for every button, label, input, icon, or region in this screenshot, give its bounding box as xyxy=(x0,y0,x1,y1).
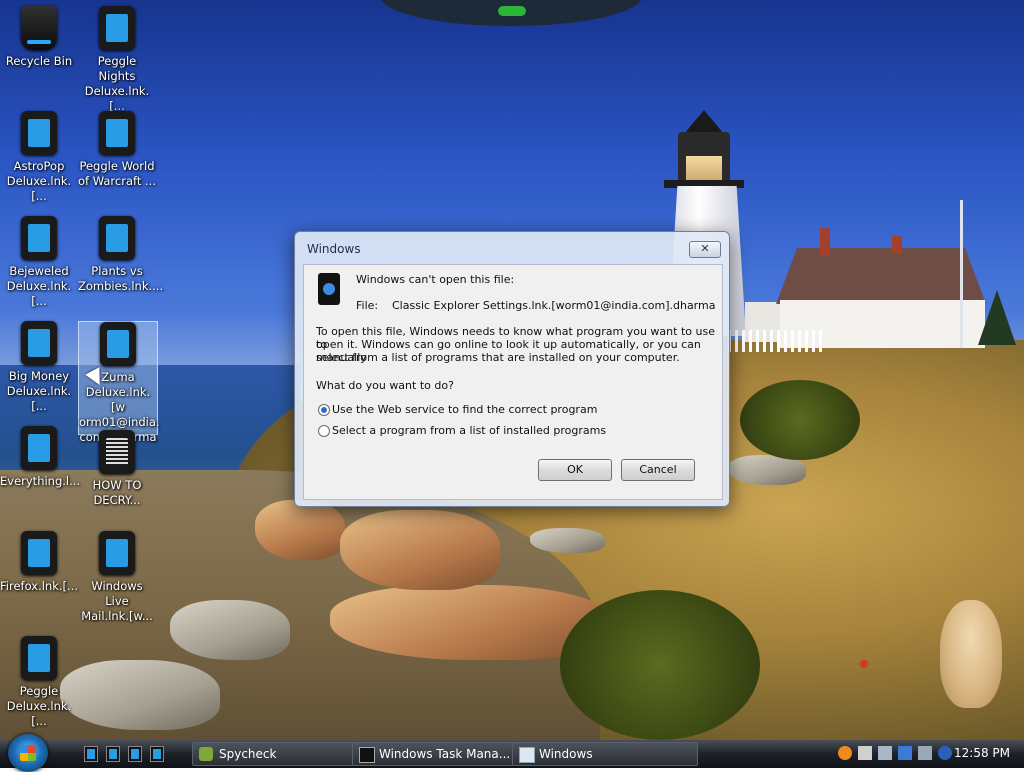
option-select-program-label[interactable]: Select a program from a list of installe… xyxy=(332,424,606,437)
desktop-icon-everything[interactable]: Everything.l... xyxy=(0,426,81,489)
network-icon[interactable] xyxy=(858,746,872,760)
desktop-icon-label: Big Money Deluxe.lnk.[... xyxy=(6,369,72,413)
rock xyxy=(60,660,220,730)
rock xyxy=(170,600,290,660)
desktop-icon-astropop[interactable]: AstroPop Deluxe.lnk.[... xyxy=(0,111,78,204)
spycheck-icon xyxy=(199,747,213,761)
shortcut-icon xyxy=(99,6,135,50)
shortcut-icon xyxy=(21,321,57,365)
desktop-icon-plants-vs-zombies[interactable]: Plants vs Zombies.lnk.... xyxy=(78,216,164,294)
recycle-bin-icon xyxy=(21,6,57,50)
desktop-icon-recycle-bin[interactable]: Recycle Bin xyxy=(0,6,78,69)
close-button[interactable]: ✕ xyxy=(689,241,721,258)
shortcut-icon xyxy=(21,636,57,680)
shortcut-icon xyxy=(100,322,136,366)
shrub xyxy=(560,590,760,740)
question-text: What do you want to do? xyxy=(316,379,454,392)
shortcut-icon xyxy=(99,216,135,260)
fence xyxy=(728,330,823,352)
shortcut-icon xyxy=(21,111,57,155)
cancel-button[interactable]: Cancel xyxy=(621,459,695,481)
sidebar-indicator-icon xyxy=(498,6,526,16)
desktop-icon-label: Peggle World of Warcraft ... xyxy=(78,159,156,188)
open-with-dialog: Windows ✕ Windows can't open this file: … xyxy=(294,231,730,507)
quick-launch-icon[interactable] xyxy=(106,746,120,762)
shield-icon[interactable] xyxy=(938,746,952,760)
desktop-icon-firefox[interactable]: Firefox.lnk.[... xyxy=(0,531,78,594)
task-label: Spycheck xyxy=(219,747,277,761)
taskbar-button-task-manager[interactable]: Windows Task Mana... xyxy=(352,742,536,766)
rock xyxy=(255,500,345,560)
desktop-icon-label: AstroPop Deluxe.lnk.[... xyxy=(6,159,72,203)
gopher-desktop-pet[interactable] xyxy=(940,600,1002,708)
file-label: File: xyxy=(356,299,379,312)
clock[interactable]: 12:58 PM xyxy=(954,746,1010,760)
desktop-icon-label: Firefox.lnk.[... xyxy=(0,579,78,593)
rock xyxy=(340,510,500,590)
shrub xyxy=(740,380,860,460)
display-icon[interactable] xyxy=(898,746,912,760)
desktop-icon-label: Windows Live Mail.lnk.[w... xyxy=(81,579,153,623)
radio-select-program[interactable] xyxy=(318,425,330,437)
chimney xyxy=(820,228,830,256)
dialog-title: Windows xyxy=(307,242,361,256)
start-orb-windows-icon[interactable] xyxy=(8,734,48,772)
shortcut-icon xyxy=(21,216,57,260)
task-label: Windows xyxy=(539,747,593,761)
dialog-body: Windows can't open this file: File: Clas… xyxy=(303,264,723,500)
lighthouse-cap xyxy=(684,110,724,134)
taskbar-button-spycheck[interactable]: Spycheck xyxy=(192,742,376,766)
flag-pole xyxy=(960,200,963,348)
shortcut-icon xyxy=(21,426,57,470)
shortcut-icon xyxy=(21,531,57,575)
file-name: Classic Explorer Settings.lnk.[worm01@in… xyxy=(392,299,716,312)
ok-button[interactable]: OK xyxy=(538,459,612,481)
desktop-icon-peggle[interactable]: Peggle Deluxe.lnk.[... xyxy=(0,636,78,729)
explanation-line-3: select from a list of programs that are … xyxy=(316,351,680,364)
desktop-icon-label: Bejeweled Deluxe.lnk.[... xyxy=(6,264,72,308)
window-icon xyxy=(519,747,535,763)
desktop-icon-big-money[interactable]: Big Money Deluxe.lnk.[... xyxy=(0,321,78,414)
radio-web-service[interactable] xyxy=(318,404,330,416)
tool-icon[interactable] xyxy=(878,746,892,760)
desktop-icon-peggle-world-of-warcraft[interactable]: Peggle World of Warcraft ... xyxy=(78,111,156,189)
desktop-icon-bejeweled[interactable]: Bejeweled Deluxe.lnk.[... xyxy=(0,216,78,309)
desktop-icon-how-to-decrypt[interactable]: HOW TO DECRY... xyxy=(78,430,156,508)
desktop-icon-windows-live-mail[interactable]: Windows Live Mail.lnk.[w... xyxy=(78,531,156,624)
shortcut-icon xyxy=(99,111,135,155)
desktop-icon-label: Peggle Nights Deluxe.lnk.[... xyxy=(84,54,150,113)
search-icon[interactable] xyxy=(838,746,852,760)
option-web-service-label[interactable]: Use the Web service to find the correct … xyxy=(332,403,597,416)
shortcut-icon xyxy=(99,531,135,575)
taskbar: Spycheck Windows Task Mana... Windows 12… xyxy=(0,734,1024,772)
house-roof xyxy=(776,248,986,304)
desktop-icon-label: Everything.l... xyxy=(0,474,81,488)
task-label: Windows Task Mana... xyxy=(379,747,511,761)
text-document-icon xyxy=(99,430,135,474)
chimney xyxy=(892,236,902,254)
file-type-icon xyxy=(318,273,340,305)
quick-launch-icon[interactable] xyxy=(84,746,98,762)
rock xyxy=(530,528,605,553)
taskbar-button-windows-dialog[interactable]: Windows xyxy=(512,742,698,766)
task-manager-icon xyxy=(359,747,375,763)
desktop-icon-label: HOW TO DECRY... xyxy=(92,478,142,507)
flower xyxy=(860,660,868,668)
quick-launch-icon[interactable] xyxy=(128,746,142,762)
desktop-icon-peggle-nights[interactable]: Peggle Nights Deluxe.lnk.[... xyxy=(78,6,156,114)
quick-launch-icon[interactable] xyxy=(150,746,164,762)
dialog-heading: Windows can't open this file: xyxy=(356,273,515,286)
desktop-icon-label: Recycle Bin xyxy=(5,54,73,68)
desktop-icon-label: Plants vs Zombies.lnk.... xyxy=(78,264,164,293)
desktop-icon-label: Peggle Deluxe.lnk.[... xyxy=(6,684,72,728)
speaker-icon[interactable] xyxy=(918,746,932,760)
